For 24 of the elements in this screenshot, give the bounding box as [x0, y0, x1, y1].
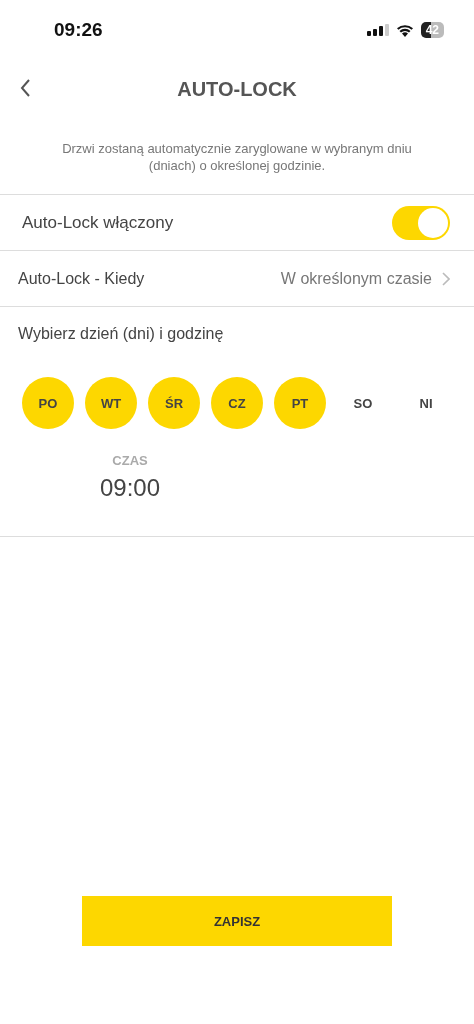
screen-title: AUTO-LOCK	[177, 77, 297, 101]
day-toggle[interactable]: NI	[400, 377, 452, 429]
status-time: 09:26	[54, 19, 103, 41]
day-toggle[interactable]: ŚR	[148, 377, 200, 429]
chevron-icon	[442, 271, 450, 286]
when-row[interactable]: Auto-Lock - Kiedy W określonym czasie	[0, 250, 474, 307]
day-toggle[interactable]: SO	[337, 377, 389, 429]
day-toggle[interactable]: PO	[22, 377, 74, 429]
day-toggle[interactable]: WT	[85, 377, 137, 429]
description: Drzwi zostaną automatycznie zaryglowane w wybranym dniu (dniach) o określonej godzinie.	[61, 140, 413, 174]
setting-label: Auto-Lock - Kiedy	[18, 269, 146, 288]
save-button[interactable]: ZAPISZ	[82, 896, 392, 946]
section-heading: Wybierz dzień (dni) i godzinę	[17, 325, 225, 343]
day-toggle[interactable]: CZ	[211, 377, 263, 429]
setting-label: Auto-Lock włączony	[22, 212, 175, 233]
setting-value: W określonym czasie	[280, 269, 432, 288]
time-label: CZAS	[112, 453, 148, 468]
wifi-icon	[395, 23, 414, 37]
back-button[interactable]	[20, 79, 31, 97]
back-icon	[20, 79, 31, 97]
signal-icon	[366, 24, 389, 36]
toggle-switch[interactable]	[392, 205, 450, 240]
time-value[interactable]: 09:00	[99, 474, 161, 502]
day-toggle[interactable]: PT	[274, 377, 326, 429]
